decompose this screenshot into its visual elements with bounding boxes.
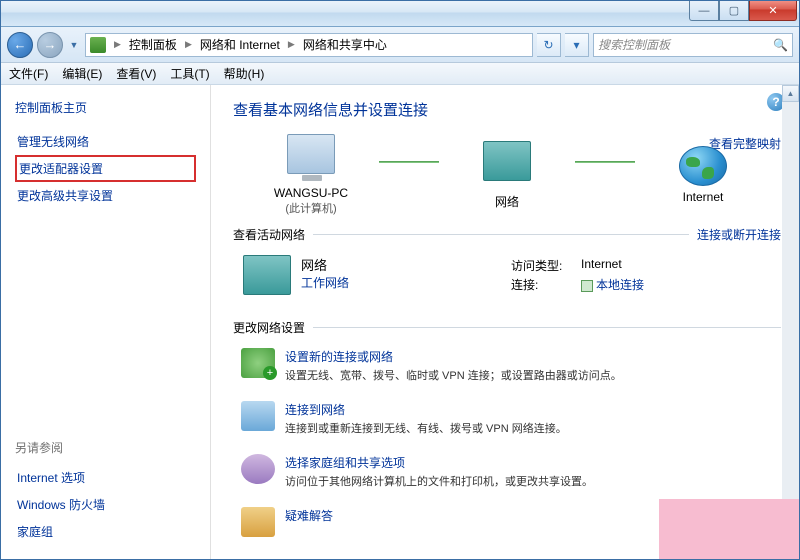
close-button[interactable]: ✕ <box>749 1 797 21</box>
forward-button[interactable]: → <box>37 32 63 58</box>
view-full-map-link[interactable]: 查看完整映射 <box>709 135 781 152</box>
globe-icon <box>679 146 727 186</box>
task-setup-connection[interactable]: 设置新的连接或网络设置无线、宽带、拨号、临时或 VPN 连接；或设置路由器或访问… <box>233 340 781 393</box>
sidebar-item-manage-wireless[interactable]: 管理无线网络 <box>15 128 196 155</box>
node-network[interactable]: 网络 <box>447 141 567 210</box>
net-line-icon <box>575 161 635 163</box>
active-networks-label: 查看活动网络 <box>233 226 305 243</box>
network-icon <box>243 255 291 295</box>
page-title: 查看基本网络信息并设置连接 <box>233 99 781 120</box>
navbar: ← → ▼ ▶ 控制面板 ▶ 网络和 Internet ▶ 网络和共享中心 ↻ … <box>1 27 799 63</box>
task-desc: 访问位于其他网络计算机上的文件和打印机，或更改共享设置。 <box>285 473 593 489</box>
nic-icon <box>581 280 593 292</box>
task-title: 疑难解答 <box>285 507 333 524</box>
node-this-pc[interactable]: WANGSU-PC (此计算机) <box>251 134 371 216</box>
menu-edit[interactable]: 编辑(E) <box>62 65 102 82</box>
network-icon <box>483 141 531 181</box>
access-type-key: 访问类型: <box>511 257 581 274</box>
sidebar-extra-homegroup[interactable]: 家庭组 <box>15 518 196 545</box>
menubar: 文件(F) 编辑(E) 查看(V) 工具(T) 帮助(H) <box>1 63 799 85</box>
node-internet-label: Internet <box>643 190 763 204</box>
active-network-row: 网络 工作网络 访问类型:Internet 连接: 本地连接 <box>233 247 781 309</box>
breadcrumb-sharing-center[interactable]: 网络和共享中心 <box>303 36 387 53</box>
menu-file[interactable]: 文件(F) <box>9 65 48 82</box>
window: — ▢ ✕ ← → ▼ ▶ 控制面板 ▶ 网络和 Internet ▶ 网络和共… <box>0 0 800 560</box>
active-network-name: 网络 <box>301 255 481 274</box>
menu-view[interactable]: 查看(V) <box>116 65 156 82</box>
body: 控制面板主页 管理无线网络 更改适配器设置 更改高级共享设置 另请参阅 Inte… <box>1 85 799 559</box>
task-title: 选择家庭组和共享选项 <box>285 454 593 471</box>
chevron-right-icon: ▶ <box>288 39 295 50</box>
chevron-right-icon: ▶ <box>114 39 121 50</box>
network-map: WANGSU-PC (此计算机) 网络 Internet <box>233 134 781 216</box>
sidebar-item-advanced-sharing[interactable]: 更改高级共享设置 <box>15 182 196 209</box>
sidebar-extra-internet-options[interactable]: Internet 选项 <box>15 464 196 491</box>
nav-history-dropdown[interactable]: ▼ <box>67 32 81 58</box>
active-network-type-link[interactable]: 工作网络 <box>301 274 481 291</box>
task-connect-network[interactable]: 连接到网络连接到或重新连接到无线、有线、拨号或 VPN 网络连接。 <box>233 393 781 446</box>
back-arrow-icon: ← <box>14 37 27 52</box>
chevron-down-icon: ▾ <box>573 38 579 52</box>
task-desc: 设置无线、宽带、拨号、临时或 VPN 连接；或设置路由器或访问点。 <box>285 367 622 383</box>
menu-help[interactable]: 帮助(H) <box>224 65 265 82</box>
breadcrumb-control-panel[interactable]: 控制面板 <box>129 36 177 53</box>
window-buttons: — ▢ ✕ <box>689 1 797 21</box>
minimize-button[interactable]: — <box>689 1 719 21</box>
homegroup-icon <box>241 454 275 484</box>
task-title: 设置新的连接或网络 <box>285 348 622 365</box>
breadcrumb-network-internet[interactable]: 网络和 Internet <box>200 36 280 53</box>
connection-key: 连接: <box>511 276 581 293</box>
refresh-button[interactable]: ↻ <box>537 33 561 57</box>
refresh-icon: ↻ <box>543 38 553 52</box>
node-pc-label: WANGSU-PC <box>251 186 371 200</box>
net-line-icon <box>379 161 439 163</box>
node-pc-sublabel: (此计算机) <box>251 200 371 216</box>
task-title: 连接到网络 <box>285 401 567 418</box>
menu-tools[interactable]: 工具(T) <box>170 65 209 82</box>
sidebar-extra-firewall[interactable]: Windows 防火墙 <box>15 491 196 518</box>
forward-arrow-icon: → <box>44 37 57 52</box>
connect-disconnect-link[interactable]: 连接或断开连接 <box>697 226 781 243</box>
sidebar-item-adapter-settings[interactable]: 更改适配器设置 <box>15 155 196 182</box>
active-networks-title: 查看活动网络 连接或断开连接 <box>233 226 781 243</box>
chevron-right-icon: ▶ <box>185 39 192 50</box>
address-dropdown[interactable]: ▾ <box>565 33 589 57</box>
troubleshoot-icon <box>241 507 275 537</box>
sidebar-home-link[interactable]: 控制面板主页 <box>15 99 196 116</box>
sidebar-see-also: 另请参阅 <box>15 439 196 456</box>
search-placeholder: 搜索控制面板 <box>598 36 670 53</box>
overlay-watermark <box>659 499 799 559</box>
maximize-button[interactable]: ▢ <box>719 1 749 21</box>
connection-value: 本地连接 <box>596 278 644 292</box>
scroll-track[interactable] <box>782 102 799 542</box>
task-desc: 连接到或重新连接到无线、有线、拨号或 VPN 网络连接。 <box>285 420 567 436</box>
task-homegroup[interactable]: 选择家庭组和共享选项访问位于其他网络计算机上的文件和打印机，或更改共享设置。 <box>233 446 781 499</box>
sidebar: 控制面板主页 管理无线网络 更改适配器设置 更改高级共享设置 另请参阅 Inte… <box>1 85 211 559</box>
connect-network-icon <box>241 401 275 431</box>
control-panel-icon <box>90 37 106 53</box>
access-type-value: Internet <box>581 257 622 274</box>
node-network-label: 网络 <box>447 193 567 210</box>
computer-icon <box>287 134 335 174</box>
main-content: ? 查看基本网络信息并设置连接 查看完整映射 WANGSU-PC (此计算机) … <box>211 85 799 559</box>
vertical-scrollbar[interactable]: ▲ ▼ <box>782 85 799 559</box>
change-settings-label: 更改网络设置 <box>233 319 305 336</box>
titlebar: — ▢ ✕ <box>1 1 799 27</box>
setup-connection-icon <box>241 348 275 378</box>
address-bar[interactable]: ▶ 控制面板 ▶ 网络和 Internet ▶ 网络和共享中心 <box>85 33 533 57</box>
back-button[interactable]: ← <box>7 32 33 58</box>
scroll-up-button[interactable]: ▲ <box>782 85 799 102</box>
connection-link[interactable]: 本地连接 <box>581 276 644 293</box>
change-settings-title: 更改网络设置 <box>233 319 781 336</box>
node-internet[interactable]: Internet <box>643 146 763 204</box>
search-icon: 🔍 <box>773 38 788 52</box>
search-input[interactable]: 搜索控制面板 🔍 <box>593 33 793 57</box>
